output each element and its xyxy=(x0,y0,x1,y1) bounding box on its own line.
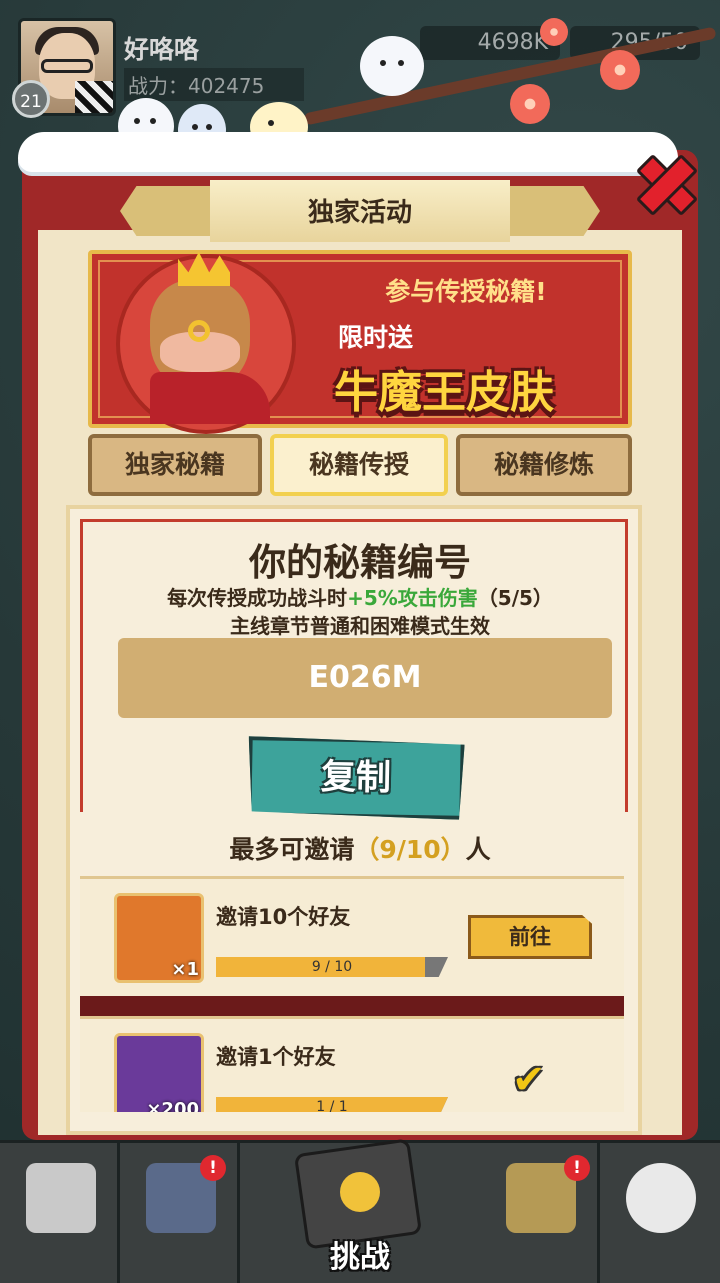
player-name: 好咯咯 xyxy=(124,35,200,64)
tab-secret-teach[interactable]: 秘籍传授 xyxy=(270,434,448,496)
secret-code-field[interactable]: E026M xyxy=(118,638,612,718)
shop-cart-icon xyxy=(26,1163,96,1233)
panel-title: 独家活动 xyxy=(307,198,412,228)
tab-exclusive-secret[interactable]: 独家秘籍 xyxy=(88,434,262,496)
close-button[interactable] xyxy=(630,148,699,217)
top-hud: 21 好咯咯 战力：402475 4698K 295/50 xyxy=(0,0,720,156)
go-button[interactable]: 前往 xyxy=(468,915,592,959)
card-title: 你的秘籍编号 xyxy=(249,541,471,584)
clapperboard-icon xyxy=(75,81,113,113)
nav-weapon[interactable]: ! xyxy=(480,1143,600,1283)
coins-counter[interactable]: 4698K xyxy=(420,26,560,60)
play-icon xyxy=(340,1172,380,1212)
copy-button[interactable]: 复制 xyxy=(247,736,464,820)
banner-subline: 限时送 xyxy=(338,323,414,352)
skin-reward-icon: ×1 xyxy=(114,893,204,983)
snow-decoration xyxy=(18,132,678,172)
list-item: ×200 邀请1个好友 1 / 1 ✔ xyxy=(80,1016,624,1112)
nav-shop[interactable] xyxy=(0,1143,120,1283)
task-progress-bar: 9 / 10 xyxy=(216,957,448,977)
cape-icon xyxy=(150,372,270,424)
task-label: 邀请10个好友 xyxy=(216,905,351,929)
challenge-label: 挑战 xyxy=(330,1240,390,1275)
invite-limit: 最多可邀请（9/10）人 xyxy=(229,835,491,864)
banner-headline: 参与传授秘籍! xyxy=(385,277,547,306)
plum-flower-icon xyxy=(600,50,640,90)
player-level: 21 xyxy=(12,80,50,118)
task-progress-bar: 1 / 1 xyxy=(216,1097,448,1112)
nav-lucky-cat[interactable] xyxy=(600,1143,720,1283)
tab-secret-train[interactable]: 秘籍修炼 xyxy=(456,434,632,496)
nose-ring-icon xyxy=(188,320,210,342)
bonus-value: +5%攻击伤害 xyxy=(347,586,478,610)
banner-reward: 牛魔王皮肤 xyxy=(334,367,554,418)
invite-task-list[interactable]: ×1 邀请10个好友 9 / 10 前往 ×200 邀请1个好友 1 / 1 ✔ xyxy=(80,876,624,1112)
nav-challenge[interactable]: 挑战 xyxy=(240,1138,480,1280)
bonus-scope: 主线章节普通和困难模式生效 xyxy=(230,614,490,638)
medal-reward-icon: ×200 xyxy=(114,1033,204,1112)
lucky-cat-icon xyxy=(626,1163,696,1233)
list-item: ×1 邀请10个好友 9 / 10 前往 xyxy=(80,876,624,996)
task-label: 邀请1个好友 xyxy=(216,1045,336,1069)
notification-badge: ! xyxy=(200,1155,226,1181)
plum-flower-icon xyxy=(510,84,550,124)
nav-book[interactable]: ! xyxy=(120,1143,240,1283)
checkmark-icon: ✔ xyxy=(512,1057,546,1103)
bonus-description: 每次传授成功战斗时+5%攻击伤害（5/5） xyxy=(167,586,553,610)
white-bird-icon xyxy=(360,36,424,96)
notification-badge: ! xyxy=(564,1155,590,1181)
plum-flower-icon xyxy=(540,18,568,46)
player-power: 战力：402475 xyxy=(124,68,305,101)
